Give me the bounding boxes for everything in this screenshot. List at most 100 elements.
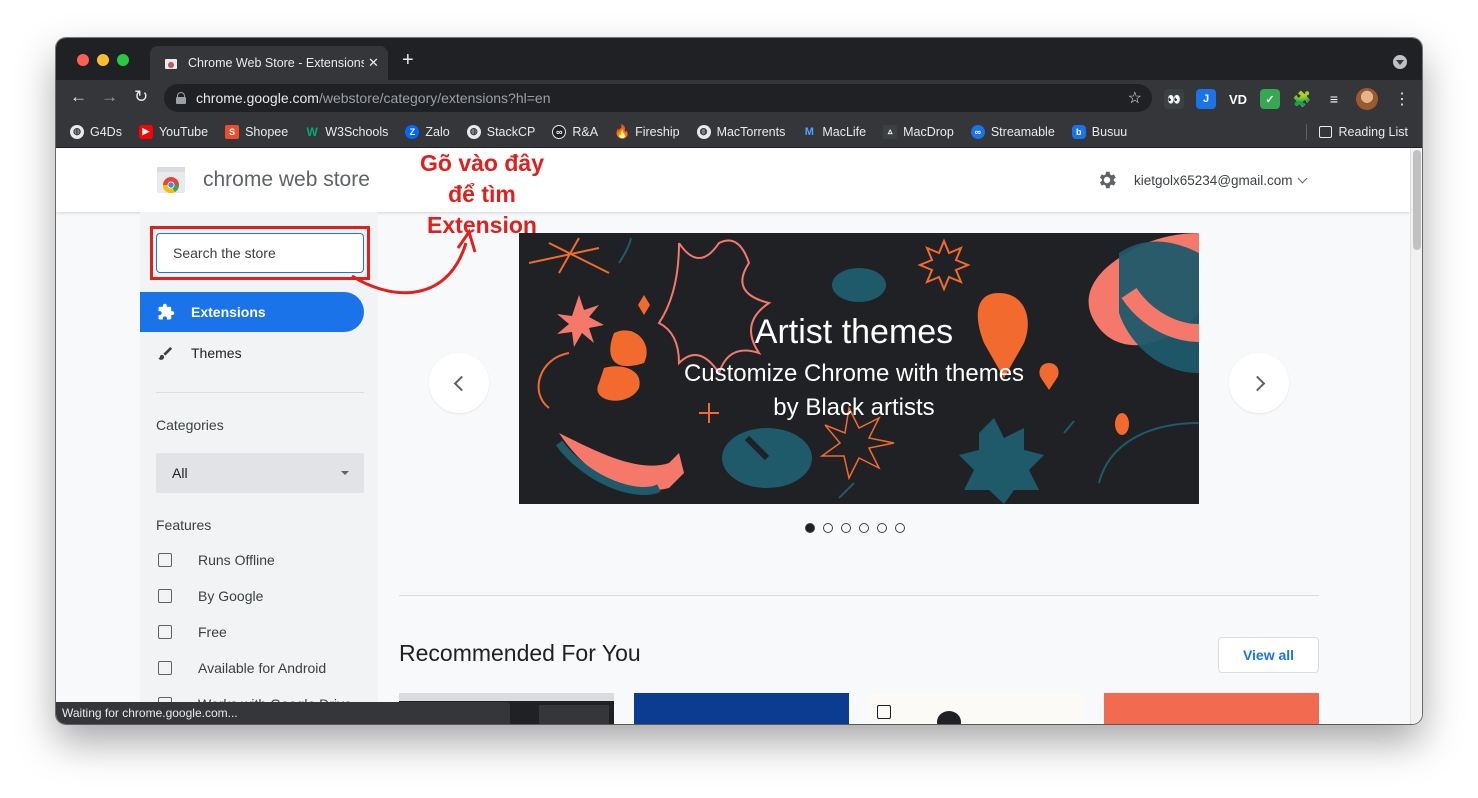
recommended-card-4[interactable] [1104,693,1319,724]
carousel-dot-1[interactable] [805,523,815,533]
bookmark-busuu[interactable]: b Busuu [1071,124,1127,139]
media-control-icon[interactable]: ≡ [1324,89,1344,109]
bookmarks-bar: ◍ G4Ds ▶ YouTube S Shopee W W3Schools Z Zalo … [56,116,1422,148]
bookmark-stackcp[interactable]: ◍ StackCP [466,124,535,139]
status-bar: Waiting for chrome.google.com... [56,702,510,724]
extension-toolbar: 👀 J VD ✓ 🧩 ≡ ⋮ [1164,88,1410,110]
reading-list-button[interactable]: Reading List [1305,124,1408,140]
bookmark-g4ds[interactable]: ◍ G4Ds [70,124,122,139]
ra-icon: ∞ [552,124,567,139]
bookmark-zalo[interactable]: Z Zalo [405,124,450,139]
checkbox[interactable] [158,553,172,567]
carousel-dot-2[interactable] [823,523,833,533]
tab-search-icon[interactable] [1393,55,1407,69]
carousel-next-button[interactable] [1229,353,1289,413]
back-button[interactable]: ← [70,87,87,107]
feature-free[interactable]: Free [158,624,227,640]
bookmark-ra[interactable]: ∞ R&A [552,124,598,139]
tab-title: Chrome Web Store - Extensions [188,56,364,70]
carousel-dots [805,523,905,533]
maclife-icon: M [804,125,814,138]
carousel-dot-5[interactable] [877,523,887,533]
zalo-icon: Z [405,124,420,139]
account-menu[interactable]: kietgolx65234@gmail.com [1134,173,1307,188]
feature-runs-offline[interactable]: Runs Offline [158,552,275,568]
card-popup [539,705,609,724]
chevron-left-icon [453,375,469,391]
macdrop-icon: ▵ [883,124,898,139]
active-tab[interactable]: Chrome Web Store - Extensions ✕ [150,46,388,80]
globe-icon: ◍ [466,124,481,139]
carousel-dot-6[interactable] [895,523,905,533]
youtube-icon: ▶ [138,124,153,139]
close-window-button[interactable] [77,54,89,66]
scrollbar-thumb[interactable] [1413,150,1421,250]
bookmark-star-icon[interactable]: ☆ [1128,88,1142,108]
address-bar[interactable]: chrome.google.com /webstore/category/ext… [164,84,1152,112]
banner-subtitle: Customize Chrome with themes by Black ar… [683,360,1025,421]
web-page: chrome web store kietgolx65234@gmail.com… [56,148,1410,724]
carousel-dot-4[interactable] [859,523,869,533]
featured-banner[interactable]: Artist themes Customize Chrome with them… [519,233,1199,504]
checkbox[interactable] [158,625,172,639]
globe-icon: ◍ [696,124,711,139]
tab-bar: Chrome Web Store - Extensions ✕ + [56,38,1422,80]
lock-icon[interactable] [176,92,186,104]
checkbox[interactable] [158,589,172,603]
shopee-icon: S [225,124,240,139]
chrome-web-store-icon [165,59,177,69]
maximize-window-button[interactable] [117,54,129,66]
notion-logo-icon [877,705,891,719]
recommended-card-3[interactable] [869,693,1084,724]
bookmark-streamable[interactable]: ∞ Streamable [970,124,1055,139]
bookmark-shopee[interactable]: S Shopee [225,124,288,139]
extension-shield-icon[interactable]: ✓ [1260,89,1280,109]
forward-button[interactable]: → [101,87,118,107]
browser-window: Chrome Web Store - Extensions ✕ + ← → ↻ … [56,38,1422,724]
extension-eyes-icon[interactable]: 👀 [1164,89,1184,109]
feature-available-for-android[interactable]: Available for Android [158,660,326,676]
bookmark-fireship[interactable]: 🔥 Fireship [614,124,680,139]
busuu-icon: b [1071,124,1086,139]
extension-j-icon[interactable]: J [1196,89,1216,109]
banner-title: Artist themes [754,313,954,351]
categories-title: Categories [156,417,224,433]
bookmark-youtube[interactable]: ▶ YouTube [138,124,208,139]
extensions-puzzle-icon[interactable]: 🧩 [1292,89,1312,109]
url-host: chrome.google.com [196,90,319,106]
bookmark-mactorrents[interactable]: ◍ MacTorrents [696,124,785,139]
annotation-arrow [351,228,477,295]
caret-down-icon [341,471,349,475]
sidebar-divider [156,392,364,393]
w3schools-icon: W [306,124,318,139]
browser-toolbar: ← → ↻ chrome.google.com /webstore/catego… [56,80,1422,116]
card-browser-chrome [399,693,614,701]
bookmark-macdrop[interactable]: ▵ MacDrop [883,124,954,139]
bookmark-separator [1305,124,1307,140]
card-illustration [937,711,961,724]
category-select[interactable]: All [156,453,364,493]
reload-button[interactable]: ↻ [134,87,148,107]
features-title: Features [156,517,212,533]
profile-avatar[interactable] [1356,88,1378,110]
more-menu-icon[interactable]: ⋮ [1394,89,1410,109]
new-tab-button[interactable]: + [402,50,414,70]
feature-by-google[interactable]: By Google [158,588,263,604]
page-scrollbar[interactable] [1410,148,1422,724]
minimize-window-button[interactable] [97,54,109,66]
bookmark-maclife[interactable]: M MacLife [802,125,866,139]
chevron-down-icon [1297,173,1307,184]
account-email: kietgolx65234@gmail.com [1134,173,1293,188]
view-all-button[interactable]: View all [1218,637,1319,673]
main-divider [399,595,1319,596]
close-tab-icon[interactable]: ✕ [368,55,379,71]
bookmark-w3schools[interactable]: W W3Schools [305,124,389,139]
recommended-card-2[interactable] [634,693,849,724]
section-title: Recommended For You [399,640,641,666]
carousel-dot-3[interactable] [841,523,851,533]
checkbox[interactable] [158,661,172,675]
reading-list-icon [1318,126,1332,138]
globe-icon: ◍ [70,124,84,139]
extension-vd-icon[interactable]: VD [1228,89,1248,109]
settings-gear-icon[interactable] [1096,169,1118,191]
